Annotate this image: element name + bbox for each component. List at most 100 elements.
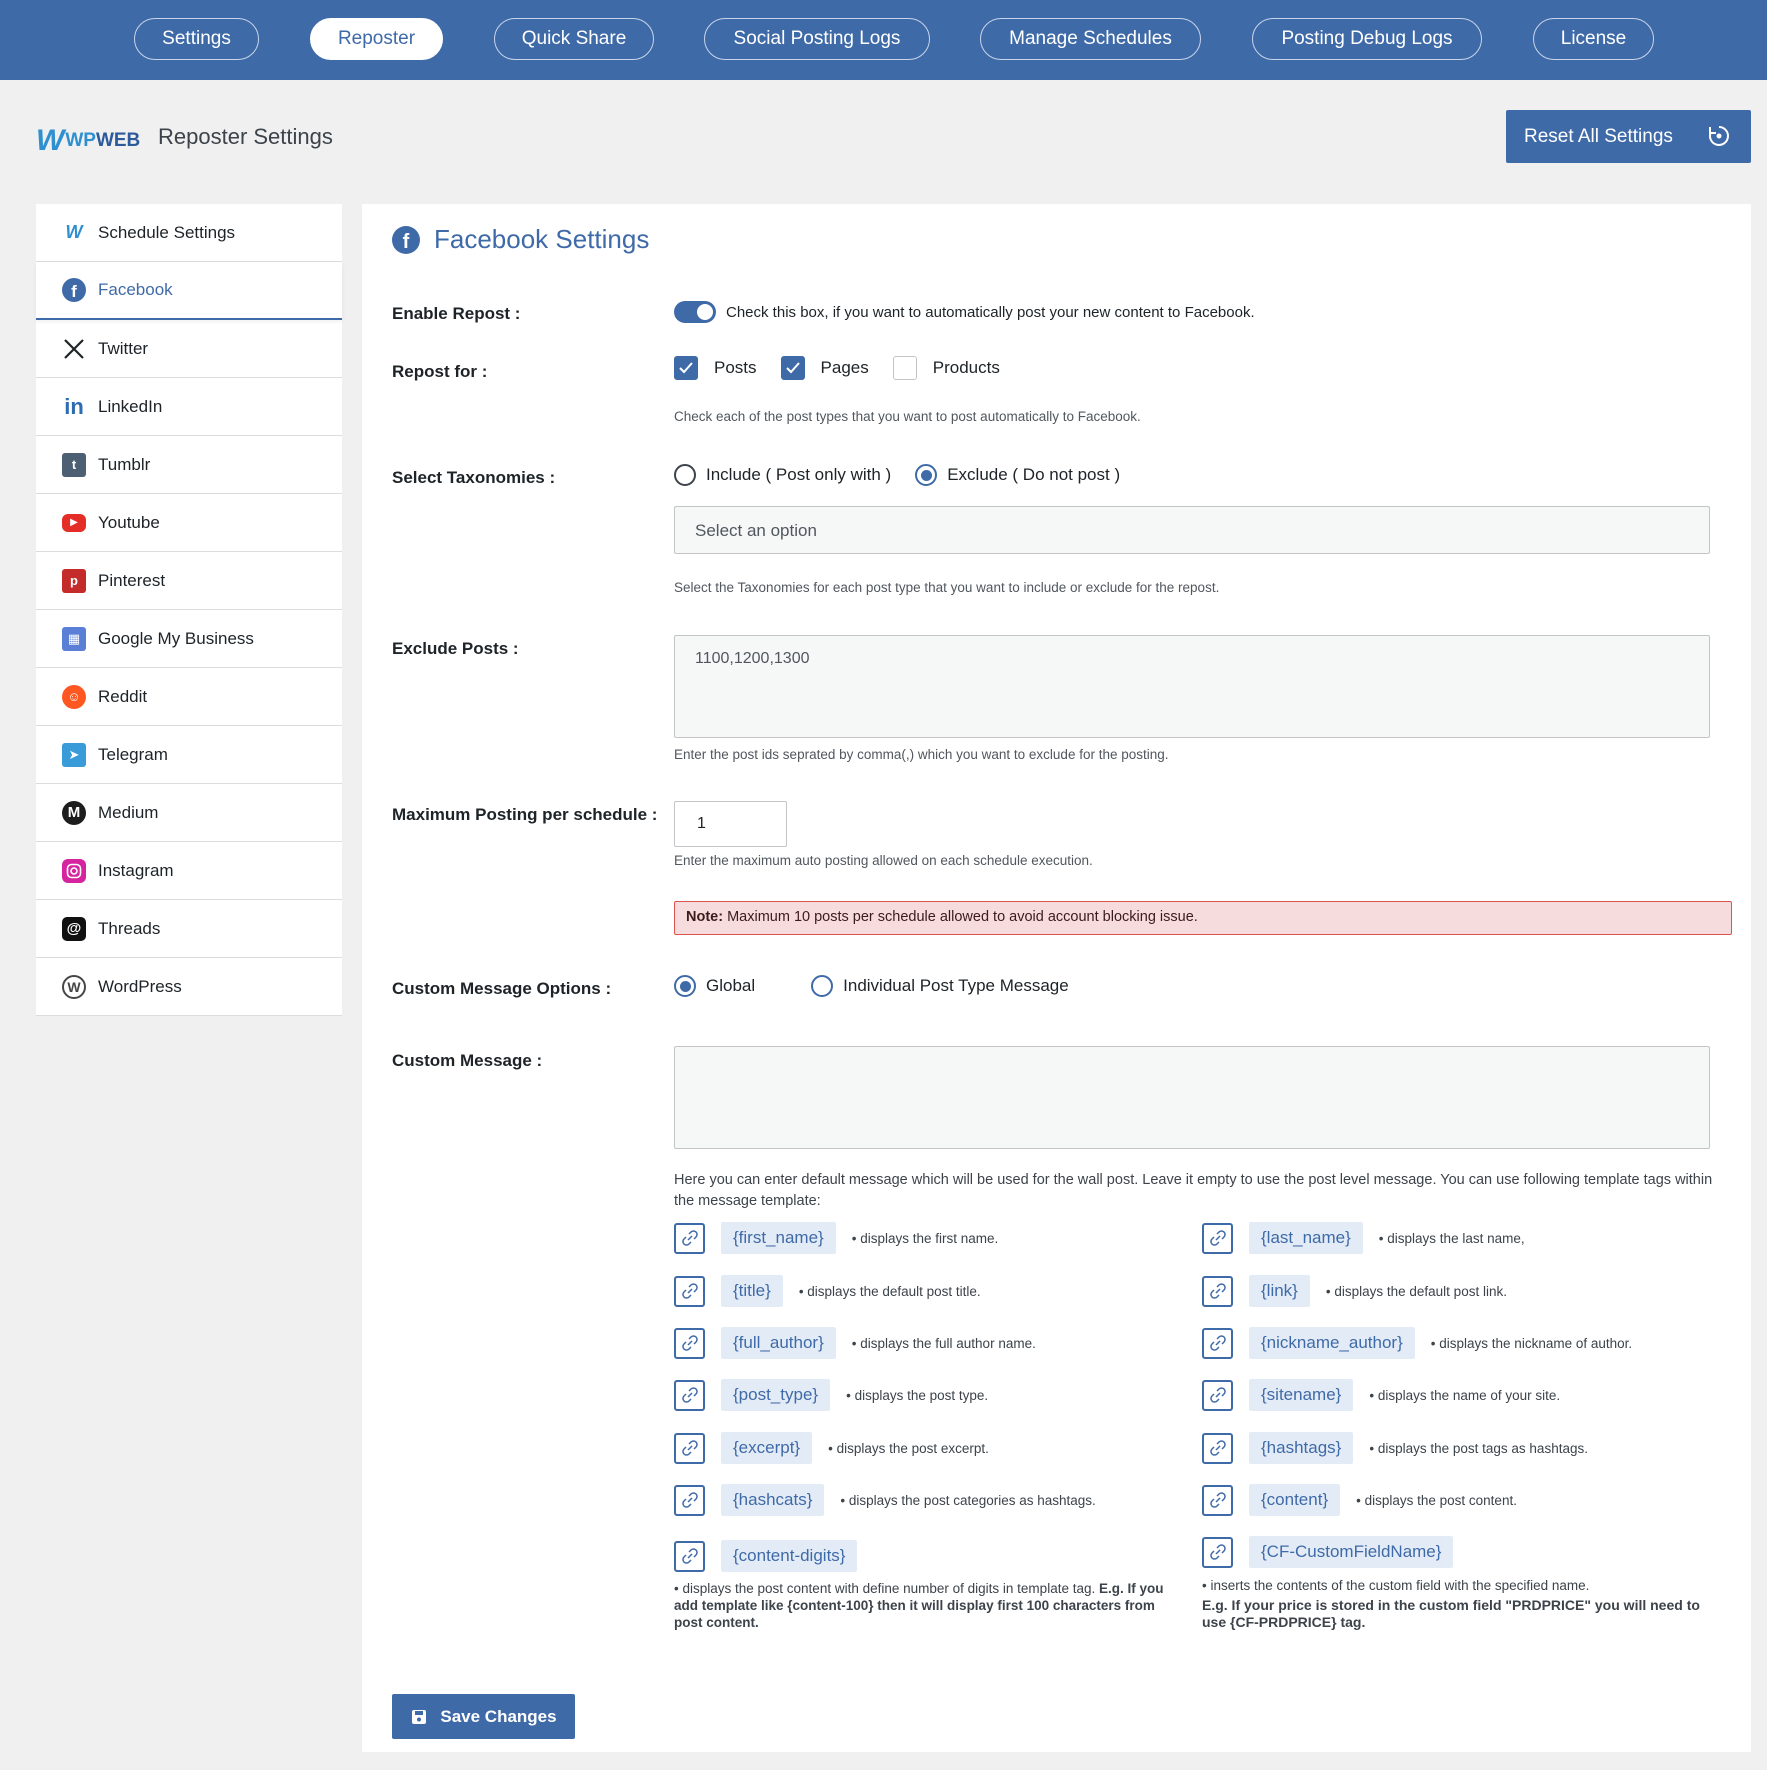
enable-repost-row: Check this box, if you want to automatic… [674,301,1255,323]
template-tag: {full_author} [721,1327,836,1359]
tag-description: displays the full author name. [852,1336,1036,1351]
link-icon[interactable] [674,1433,705,1464]
sidebar-item-label: Telegram [98,745,168,765]
posts-label: Posts [714,358,757,378]
page-title: Reposter Settings [158,124,333,150]
tag-description: displays the name of your site. [1369,1388,1560,1403]
sidebar-item-schedule-settings[interactable]: W Schedule Settings [36,204,342,262]
link-icon[interactable] [1202,1223,1233,1254]
template-tag: {link} [1249,1275,1310,1307]
nav-tab-settings[interactable]: Settings [134,18,259,60]
tag-description: displays the post content. [1356,1493,1517,1508]
include-radio[interactable] [674,464,696,486]
facebook-icon: f [62,278,86,302]
exclude-posts-textarea[interactable]: 1100,1200,1300 [674,635,1710,738]
threads-icon: @ [62,917,86,941]
tag-row-content: {content} displays the post content. [1202,1484,1517,1516]
sidebar-item-label: Google My Business [98,629,254,649]
tag-description: displays the post tags as hashtags. [1369,1441,1588,1456]
sidebar-item-wordpress[interactable]: W WordPress [36,958,342,1016]
tag-description: displays the first name. [852,1231,999,1246]
note-text: Maximum 10 posts per schedule allowed to… [723,909,1198,925]
nav-tab-license[interactable]: License [1533,18,1654,60]
exclude-label: Exclude ( Do not post ) [947,465,1120,485]
custom-message-textarea[interactable] [674,1046,1710,1149]
link-icon[interactable] [1202,1328,1233,1359]
custom-field-description: • inserts the contents of the custom fie… [1202,1577,1722,1631]
nav-tab-quick-share[interactable]: Quick Share [494,18,654,60]
enable-repost-toggle[interactable] [674,301,716,323]
template-tag: {nickname_author} [1249,1327,1415,1359]
sidebar-item-pinterest[interactable]: p Pinterest [36,552,342,610]
posts-checkbox[interactable] [674,356,698,380]
logo-text: WPWEB [65,130,140,152]
link-icon[interactable] [1202,1380,1233,1411]
link-icon[interactable] [1202,1276,1233,1307]
sidebar-item-instagram[interactable]: Instagram [36,842,342,900]
sidebar-item-google-my-business[interactable]: ▦ Google My Business [36,610,342,668]
nav-tab-social-posting-logs[interactable]: Social Posting Logs [704,18,930,60]
save-icon [410,1708,428,1726]
max-posting-help: Enter the maximum auto posting allowed o… [674,853,1093,868]
logo-wp: WP [65,130,96,151]
tag-row-post-type: {post_type} displays the post type. [674,1379,988,1411]
link-icon[interactable] [1202,1485,1233,1516]
tag-row-full-author: {full_author} displays the full author n… [674,1327,1036,1359]
template-tag: {first_name} [721,1222,836,1254]
link-icon[interactable] [674,1328,705,1359]
tag-description: • inserts the contents of the custom fie… [1202,1577,1722,1594]
sidebar-item-youtube[interactable]: ▶ Youtube [36,494,342,552]
logo-web: WEB [96,130,140,151]
sidebar-item-telegram[interactable]: ➤ Telegram [36,726,342,784]
select-taxonomies-label: Select Taxonomies : [392,468,555,488]
telegram-icon: ➤ [62,743,86,767]
facebook-settings-panel: f Facebook Settings Enable Repost : Chec… [362,204,1751,1752]
sidebar-item-medium[interactable]: M Medium [36,784,342,842]
link-icon[interactable] [674,1223,705,1254]
medium-icon: M [62,801,86,825]
link-icon[interactable] [1202,1537,1233,1568]
individual-post-type-radio[interactable] [811,975,833,997]
pages-label: Pages [821,358,869,378]
link-icon[interactable] [674,1276,705,1307]
sidebar-item-linkedin[interactable]: in LinkedIn [36,378,342,436]
sidebar: W Schedule Settings f Facebook Twitter i… [36,204,342,1016]
pages-checkbox[interactable] [781,356,805,380]
sidebar-item-facebook[interactable]: f Facebook [36,262,342,320]
nav-tab-reposter[interactable]: Reposter [310,18,443,60]
save-button-label: Save Changes [440,1707,556,1727]
custom-message-help: Here you can enter default message which… [674,1170,1714,1212]
max-posting-input[interactable]: 1 [674,801,787,847]
enable-repost-help: Check this box, if you want to automatic… [726,304,1255,321]
tag-row-content-digits: {content-digits} [674,1540,873,1572]
template-tag: {last_name} [1249,1222,1363,1254]
sidebar-item-tumblr[interactable]: t Tumblr [36,436,342,494]
template-tag: {hashcats} [721,1484,824,1516]
nav-tab-manage-schedules[interactable]: Manage Schedules [980,18,1201,60]
exclude-radio[interactable] [915,464,937,486]
save-changes-button[interactable]: Save Changes [392,1694,575,1739]
sidebar-item-twitter[interactable]: Twitter [36,320,342,378]
link-icon[interactable] [674,1380,705,1411]
tag-row-excerpt: {excerpt} displays the post excerpt. [674,1432,989,1464]
link-icon[interactable] [674,1541,705,1572]
linkedin-icon: in [62,395,86,419]
note-bold: Note: [686,909,723,925]
products-checkbox[interactable] [893,356,917,380]
global-radio[interactable] [674,975,696,997]
sidebar-item-label: Instagram [98,861,174,881]
link-icon[interactable] [674,1485,705,1516]
reset-all-settings-button[interactable]: Reset All Settings [1506,110,1751,163]
sidebar-item-label: Pinterest [98,571,165,591]
sidebar-item-label: Twitter [98,339,148,359]
max-posting-label: Maximum Posting per schedule : [392,805,657,825]
tag-example: E.g. If your price is stored in the cust… [1202,1597,1722,1631]
x-icon [62,337,86,361]
sidebar-item-label: WordPress [98,977,182,997]
tag-description: • displays the post content with define … [674,1581,1095,1596]
taxonomies-select[interactable]: Select an option [674,506,1710,554]
sidebar-item-reddit[interactable]: ☺ Reddit [36,668,342,726]
link-icon[interactable] [1202,1433,1233,1464]
nav-tab-posting-debug-logs[interactable]: Posting Debug Logs [1252,18,1482,60]
sidebar-item-threads[interactable]: @ Threads [36,900,342,958]
